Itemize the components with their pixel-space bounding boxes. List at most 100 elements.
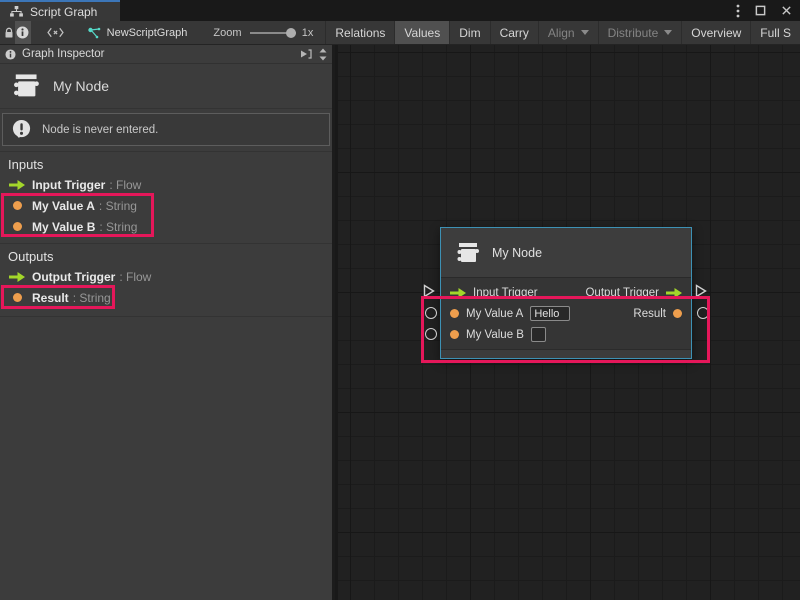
info-icon (16, 26, 29, 39)
tab-script-graph[interactable]: Script Graph (0, 0, 120, 21)
overview-button[interactable]: Overview (681, 21, 750, 44)
tab-bar: Script Graph (0, 0, 800, 21)
node-title: My Node (492, 246, 542, 260)
value-port-icon (8, 201, 26, 210)
my-value-a-input[interactable] (530, 306, 570, 321)
outputs-title: Outputs (0, 244, 332, 266)
flow-output-port[interactable] (695, 284, 707, 298)
node-body: Input Trigger Output Trigger My Value A … (441, 278, 691, 345)
node-header[interactable]: My Node (441, 228, 691, 278)
carry-button[interactable]: Carry (490, 21, 538, 44)
carry-label: Carry (500, 26, 529, 40)
window-controls (736, 0, 792, 21)
maximize-icon[interactable] (755, 5, 766, 16)
outputs-section: Outputs Output Trigger : Flow Result : S… (0, 244, 332, 317)
value-port-icon[interactable] (673, 309, 682, 318)
values-label: Values (404, 26, 440, 40)
port-row-my-value-a: My Value A : String (0, 195, 332, 216)
lock-icon (3, 27, 15, 39)
lock-button[interactable] (2, 21, 15, 44)
port-name: My Value B (32, 220, 95, 234)
port-row-output-trigger: Output Trigger : Flow (0, 266, 332, 287)
distribute-dropdown[interactable]: Distribute (598, 21, 682, 44)
zoom-slider-handle[interactable] (286, 28, 296, 38)
dim-label: Dim (459, 26, 480, 40)
zoom-slider[interactable] (250, 21, 296, 44)
graph-canvas[interactable]: My Node Input Trigger Output Trigger My … (338, 45, 800, 600)
relations-button[interactable]: Relations (325, 21, 394, 44)
flow-arrow-icon[interactable] (666, 288, 682, 298)
code-icon (47, 27, 64, 38)
warning-section: Node is never entered. (0, 109, 332, 152)
graph-asset-field[interactable]: NewScriptGraph (87, 21, 188, 44)
inspector-title: Graph Inspector (22, 48, 104, 60)
my-value-b-label: My Value B (466, 329, 524, 341)
chevron-down-icon (581, 30, 589, 35)
value-port-icon[interactable] (450, 309, 459, 318)
relations-label: Relations (335, 26, 385, 40)
graph-asset-name: NewScriptGraph (107, 27, 188, 39)
inspector-header: Graph Inspector (0, 45, 332, 64)
input-trigger-label: Input Trigger (473, 287, 538, 299)
result-port[interactable] (697, 307, 709, 319)
port-row-input-trigger: Input Trigger : Flow (0, 174, 332, 195)
fullscreen-label: Full S (760, 26, 791, 40)
port-row-my-value-b: My Value B : String (0, 216, 332, 237)
port-type: : Flow (109, 178, 141, 192)
overview-label: Overview (691, 26, 741, 40)
toolbar-buttons: Relations Values Dim Carry Align Distrib… (325, 21, 800, 44)
distribute-label: Distribute (608, 26, 659, 40)
inspector-toggle-button[interactable] (15, 21, 30, 44)
node-icon (10, 71, 40, 101)
port-name: Output Trigger (32, 270, 115, 284)
scrubber-arrows-icon[interactable] (319, 48, 327, 61)
value-a-port[interactable] (425, 307, 437, 319)
graph-inspector-panel: Graph Inspector My Node Node is never en… (0, 45, 335, 600)
node-row-flow: Input Trigger Output Trigger (441, 282, 691, 303)
port-type: : Flow (119, 270, 151, 284)
node-icon (454, 240, 480, 266)
port-type: : String (73, 291, 111, 305)
value-b-port[interactable] (425, 328, 437, 340)
popout-icon[interactable] (299, 48, 313, 60)
port-type: : String (99, 199, 137, 213)
node-footer (441, 349, 691, 358)
inputs-title: Inputs (0, 152, 332, 174)
dim-button[interactable]: Dim (449, 21, 489, 44)
result-label: Result (633, 308, 666, 320)
my-value-b-input[interactable] (531, 327, 546, 342)
flow-arrow-icon[interactable] (450, 288, 466, 298)
tab-title: Script Graph (30, 5, 97, 19)
value-port-icon[interactable] (450, 330, 459, 339)
flow-arrow-icon (8, 272, 26, 282)
warning-text: Node is never entered. (42, 124, 158, 136)
flow-input-port[interactable] (423, 284, 435, 298)
inputs-section: Inputs Input Trigger : Flow My Value A :… (0, 152, 332, 244)
flow-arrow-icon (8, 180, 26, 190)
value-port-icon (8, 222, 26, 231)
inspected-node-title-block: My Node (0, 64, 332, 109)
port-name: Input Trigger (32, 178, 105, 192)
port-name: Result (32, 291, 69, 305)
my-value-a-label: My Value A (466, 308, 523, 320)
code-preview-button[interactable] (45, 21, 67, 44)
values-button[interactable]: Values (394, 21, 449, 44)
zoom-value: 1x (302, 21, 314, 44)
port-type: : String (99, 220, 137, 234)
my-node[interactable]: My Node Input Trigger Output Trigger My … (440, 227, 692, 359)
chevron-down-icon (664, 30, 672, 35)
window-menu-icon[interactable] (736, 4, 740, 18)
script-graph-icon (10, 6, 23, 17)
fullscreen-button[interactable]: Full S (750, 21, 800, 44)
close-icon[interactable] (781, 5, 792, 16)
node-row-value-a: My Value A Result (441, 303, 691, 324)
inspected-node-title: My Node (53, 78, 109, 94)
warning-bubble-icon (11, 119, 32, 140)
align-dropdown[interactable]: Align (538, 21, 598, 44)
zoom-label: Zoom (213, 21, 241, 44)
node-row-value-b: My Value B (441, 324, 691, 345)
graph-toolbar: NewScriptGraph Zoom 1x Relations Values … (0, 21, 800, 45)
graph-asset-icon (87, 27, 101, 39)
port-name: My Value A (32, 199, 95, 213)
port-row-result: Result : String (0, 287, 332, 308)
